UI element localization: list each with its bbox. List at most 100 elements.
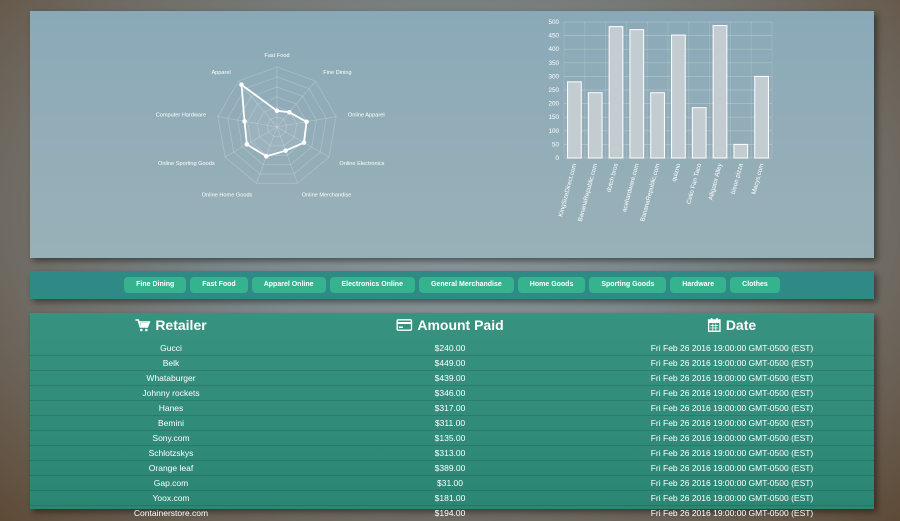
x-tick-label: Alligator Alley — [707, 162, 724, 201]
radar-point[interactable] — [239, 82, 244, 88]
date-cell: Fri Feb 26 2016 19:00:00 GMT-0500 (EST) — [650, 463, 814, 473]
date-cell: Fri Feb 26 2016 19:00:00 GMT-0500 (EST) — [650, 433, 814, 443]
radar-axis-label: Computer Hardware — [156, 112, 206, 118]
table-header: Retailer Amount Paid Date — [30, 317, 874, 339]
filter-button[interactable]: Apparel Online — [251, 277, 326, 293]
bar[interactable] — [712, 25, 728, 159]
table-row[interactable]: Sony.com $135.00 Fri Feb 26 2016 19:00:00 … — [30, 430, 874, 445]
filter-button[interactable]: Fine Dining — [124, 277, 187, 293]
retailer-cell: Gap.com — [153, 478, 189, 488]
radar-point[interactable] — [244, 142, 250, 147]
table-row[interactable]: Belk $449.00 Fri Feb 26 2016 19:00:00 GMT-… — [30, 355, 874, 370]
y-tick-label: 500 — [548, 19, 559, 26]
radar-axis-label: Fast Food — [264, 53, 289, 59]
retailer-cell: Schlotzskys — [148, 448, 194, 458]
radar-point[interactable] — [242, 118, 247, 124]
filter-button[interactable]: Electronics Online — [329, 277, 415, 293]
bar[interactable] — [629, 29, 645, 159]
table-row[interactable]: Johnny rockets $346.00 Fri Feb 26 2016 19:… — [30, 385, 874, 400]
date-cell: Fri Feb 26 2016 19:00:00 GMT-0500 (EST) — [650, 448, 814, 458]
bar[interactable] — [567, 81, 582, 159]
radar-axis-label: Online Sporting Goods — [158, 161, 215, 167]
amount-cell: $449.00 — [434, 358, 466, 368]
radar-axis-label: Online Electronics — [339, 161, 384, 167]
radar-point[interactable] — [301, 140, 307, 145]
charts-panel: Fast Food Fine Dining Online Apparel Online… — [30, 11, 874, 258]
filter-button[interactable]: Clothes — [730, 277, 780, 293]
retailer-cell: Bemini — [158, 418, 184, 428]
table-row[interactable]: Whataburger $439.00 Fri Feb 26 2016 19:00:… — [30, 370, 874, 385]
bar[interactable] — [587, 92, 603, 159]
bar[interactable] — [691, 107, 707, 159]
retailer-header[interactable]: Retailer — [135, 317, 207, 333]
filter-button[interactable]: Sporting Goods — [589, 277, 667, 293]
radar-point[interactable] — [283, 148, 288, 153]
table-row[interactable]: Gucci $240.00 Fri Feb 26 2016 19:00:00 GMT… — [30, 341, 874, 355]
table-row[interactable]: Gap.com $31.00 Fri Feb 26 2016 19:00:00 GM… — [30, 475, 874, 490]
date-cell: Fri Feb 26 2016 19:00:00 GMT-0500 (EST) — [650, 373, 814, 383]
retailer-cell: Sony.com — [152, 433, 190, 443]
x-tick-label: Macys.com — [751, 163, 766, 196]
radar-point[interactable] — [304, 119, 309, 125]
radar-axis-label: Apparel — [211, 70, 230, 76]
filter-button[interactable]: Fast Food — [190, 277, 248, 293]
bar[interactable] — [608, 26, 624, 159]
radar-axis-label: Online Home Goods — [202, 193, 253, 199]
table-row[interactable]: Orange leaf $389.00 Fri Feb 26 2016 19:00:… — [30, 460, 874, 475]
date-header[interactable]: Date — [707, 317, 757, 333]
bar[interactable] — [733, 143, 749, 159]
table-body: Gucci $240.00 Fri Feb 26 2016 19:00:00 GMT… — [30, 341, 874, 520]
amount-cell: $194.00 — [434, 508, 466, 518]
filter-button[interactable]: General Merchandise — [418, 277, 514, 293]
transactions-table: Retailer Amount Paid Date Gucci $240.00 Fr… — [30, 313, 874, 518]
amount-header[interactable]: Amount Paid — [396, 317, 504, 333]
category-filter-bar: Fine Dining Fast Food Apparel Online Electr… — [30, 271, 874, 299]
retailer-cell: Belk — [162, 358, 180, 368]
table-row[interactable]: Containerstore.com $194.00 Fri Feb 26 2016… — [30, 505, 874, 520]
y-tick-label: 0 — [555, 155, 559, 162]
retailer-cell: Johnny rockets — [142, 388, 200, 398]
y-tick-label: 200 — [548, 101, 559, 108]
date-cell: Fri Feb 26 2016 19:00:00 GMT-0500 (EST) — [650, 493, 814, 503]
amount-cell: $311.00 — [434, 418, 466, 428]
retailer-cell: Orange leaf — [148, 463, 194, 473]
table-row[interactable]: Yoox.com $181.00 Fri Feb 26 2016 19:00:00 … — [30, 490, 874, 505]
y-tick-label: 350 — [548, 60, 559, 67]
y-tick-label: 400 — [548, 46, 559, 53]
amount-cell: $313.00 — [434, 448, 466, 458]
x-tick-label: bison pizza — [730, 162, 745, 195]
y-tick-label: 50 — [552, 141, 560, 148]
amount-cell: $389.00 — [434, 463, 466, 473]
date-cell: Fri Feb 26 2016 19:00:00 GMT-0500 (EST) — [650, 508, 814, 518]
amount-cell: $181.00 — [434, 493, 466, 503]
x-tick-label: KingSizeDirect.com — [557, 163, 578, 218]
bar[interactable] — [671, 34, 686, 159]
radar-point[interactable] — [287, 109, 292, 115]
retailer-cell: Hanes — [158, 403, 184, 413]
x-tick-label: quizno — [671, 162, 683, 182]
shopping-cart-icon — [135, 318, 151, 331]
table-row[interactable]: Schlotzskys $313.00 Fri Feb 26 2016 19:00:… — [30, 445, 874, 460]
date-header-label: Date — [725, 317, 757, 333]
y-tick-label: 450 — [548, 33, 559, 40]
x-tick-label: BananaRepublic.com — [577, 163, 599, 223]
filter-button[interactable]: Hardware — [670, 277, 727, 293]
amount-cell: $317.00 — [434, 403, 466, 413]
table-row[interactable]: Bemini $311.00 Fri Feb 26 2016 19:00:00 GM… — [30, 415, 874, 430]
y-tick-label: 300 — [548, 73, 559, 80]
x-tick-label: BananaRepublic.com — [639, 163, 661, 223]
date-cell: Fri Feb 26 2016 19:00:00 GMT-0500 (EST) — [650, 343, 814, 353]
bar[interactable] — [650, 92, 665, 159]
bar[interactable] — [754, 75, 769, 159]
calendar-icon — [707, 318, 721, 332]
table-row[interactable]: Hanes $317.00 Fri Feb 26 2016 19:00:00 GMT… — [30, 400, 874, 415]
radar-point[interactable] — [274, 108, 280, 114]
radar-axis-label: Online Merchandise — [302, 193, 352, 199]
retailer-cell: Yoox.com — [152, 493, 190, 503]
radar-point[interactable] — [264, 154, 269, 159]
x-tick-label: dutch bros — [606, 163, 620, 193]
date-cell: Fri Feb 26 2016 19:00:00 GMT-0500 (EST) — [650, 403, 814, 413]
radar-axis-label: Online Apparel — [348, 112, 385, 118]
filter-button[interactable]: Home Goods — [517, 277, 586, 293]
amount-cell: $439.00 — [434, 373, 466, 383]
